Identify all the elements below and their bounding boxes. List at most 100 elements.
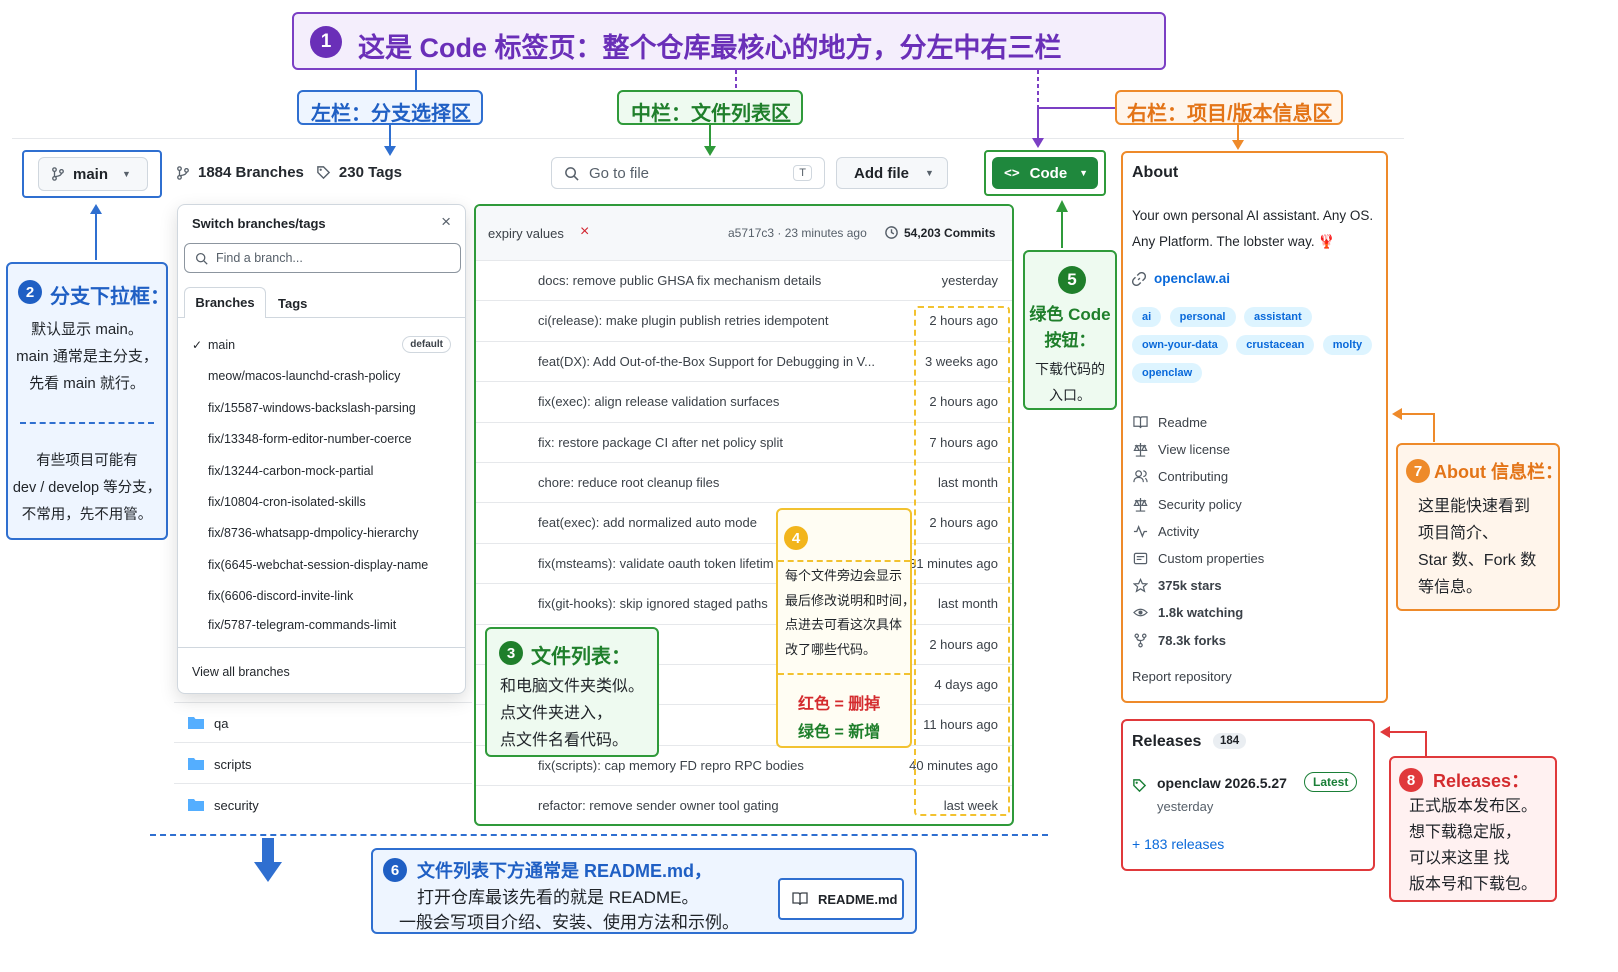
callout-4-divider [778, 560, 910, 562]
contributing-link[interactable]: Contributing [1133, 469, 1228, 484]
branch-item[interactable]: meow/macos-launchd-crash-policy [208, 369, 400, 383]
branch-item[interactable]: fix/10804-cron-isolated-skills [208, 495, 366, 509]
topic-tag[interactable]: molty [1322, 335, 1373, 355]
tags-link[interactable]: 230 Tags [339, 164, 402, 181]
more-releases-link[interactable]: + 183 releases [1132, 836, 1224, 852]
topic-tag[interactable]: personal [1169, 307, 1236, 327]
topic-tag[interactable]: own-your-data [1132, 335, 1228, 355]
scale-icon [1133, 442, 1148, 457]
folder-icon [188, 758, 204, 770]
topic-tag[interactable]: assistant [1243, 307, 1312, 327]
branch-item[interactable]: fix/13348-form-editor-number-coerce [208, 432, 412, 446]
release-name[interactable]: openclaw 2026.5.27 [1157, 775, 1287, 791]
folder-name: qa [214, 716, 229, 731]
callout-8: 8 Releases： 正式版本发布区。 想下载稳定版， 可以来这里 找 版本号… [1389, 756, 1557, 902]
about-title: About [1132, 164, 1179, 181]
file-row[interactable]: docs: remove public GHSA fix mechanism d… [476, 260, 1012, 300]
security-policy-label: Security policy [1158, 497, 1242, 512]
branch-item[interactable]: fix(6645-webchat-session-display-name [208, 558, 428, 572]
default-badge: default [402, 336, 451, 353]
readme-file-label: README.md [818, 891, 898, 907]
file-commit-message[interactable]: fix(exec): align release validation surf… [538, 394, 779, 409]
topic-tag[interactable]: openclaw [1132, 363, 1203, 383]
callout-8-line: 可以来这里 找 [1409, 850, 1510, 867]
website-url: openclaw.ai [1154, 271, 1231, 286]
callout-3: 3 文件列表： 和电脑文件夹类似。 点文件夹进入， 点文件名看代码。 [485, 627, 659, 757]
folder-row[interactable]: qa [174, 702, 472, 742]
tab-tags[interactable]: Tags [278, 296, 307, 311]
branch-item[interactable]: fix/8736-whatsapp-dmpolicy-hierarchy [208, 526, 419, 540]
tab-branches[interactable]: Branches [184, 287, 266, 318]
view-all-branches-link[interactable]: View all branches [192, 665, 290, 679]
branch-search-input[interactable]: Find a branch... [184, 243, 461, 273]
close-icon[interactable]: × [441, 212, 451, 232]
callout-2: 2 分支下拉框： 默认显示 main。 main 通常是主分支， 先看 main… [6, 262, 170, 540]
custom-properties-link[interactable]: Custom properties [1133, 551, 1264, 566]
stars-count: 375k stars [1158, 578, 1222, 593]
file-commit-message[interactable]: fix(msteams): validate oauth token lifet… [538, 556, 774, 571]
releases-title[interactable]: Releases [1132, 733, 1201, 751]
topic-tag[interactable]: crustacean [1236, 335, 1315, 355]
callout-8-title: Releases： [1433, 771, 1530, 791]
releases-panel: Releases 184 openclaw 2026.5.27 Latest y… [1121, 719, 1375, 871]
file-commit-message[interactable]: fix(git-hooks): skip ignored staged path… [538, 596, 768, 611]
file-commit-message[interactable]: feat(DX): Add Out-of-the-Box Support for… [538, 354, 875, 369]
folder-row[interactable]: scripts [174, 742, 472, 782]
folder-name: security [214, 798, 259, 813]
code-button-label: Code [1029, 164, 1068, 182]
about-description: Your own personal AI assistant. Any OS. … [1132, 203, 1380, 255]
branch-select-button[interactable]: main ▼ [38, 157, 148, 191]
branch-item[interactable]: main [208, 338, 235, 352]
view-all-divider [178, 647, 465, 648]
folder-row[interactable]: security [174, 783, 472, 823]
add-file-button[interactable]: Add file ▼ [836, 157, 948, 189]
activity-link[interactable]: Activity [1133, 524, 1199, 539]
failed-x-icon: × [580, 223, 590, 240]
go-to-file-placeholder: Go to file [589, 164, 650, 182]
file-commit-message[interactable]: fix(scripts): cap memory FD repro RPC bo… [538, 758, 804, 773]
watching-link[interactable]: 1.8k watching [1133, 605, 1243, 620]
callout-2-divider [20, 422, 154, 424]
callout-left-column-text: 左栏：分支选择区 [311, 103, 471, 125]
branch-item[interactable]: fix/13244-carbon-mock-partial [208, 464, 373, 478]
file-commit-message[interactable]: ci(release): make plugin publish retries… [538, 313, 828, 328]
latest-commit-message[interactable]: expiry values [488, 226, 564, 241]
branch-item[interactable]: fix/5787-telegram-commands-limit [208, 618, 396, 632]
git-branch-icon [52, 167, 64, 181]
file-commit-message[interactable]: fix: restore package CI after net policy… [538, 435, 783, 450]
commit-hash-time[interactable]: a5717c3 · 23 minutes ago [728, 226, 867, 240]
callout-4-line: 最后修改说明和时间， [785, 592, 916, 608]
callout-6-line: 打开仓库最该先看的就是 README。 [417, 888, 699, 907]
stars-link[interactable]: 375k stars [1133, 578, 1222, 593]
callout-2-title: 分支下拉框： [50, 286, 170, 308]
callout-4-line: 改了哪些代码。 [785, 641, 877, 657]
file-commit-message[interactable]: chore: reduce root cleanup files [538, 475, 719, 490]
go-to-file-input[interactable]: Go to file T [551, 157, 825, 189]
callout-5-line: 下载代码的 [1035, 361, 1105, 377]
readme-label: Readme [1158, 415, 1208, 430]
callout-middle-column: 中栏：文件列表区 [617, 90, 803, 125]
license-link[interactable]: View license [1133, 442, 1230, 457]
commits-count-link[interactable]: 54,203 Commits [904, 226, 995, 240]
code-button[interactable]: <> Code ▼ [992, 157, 1098, 189]
security-policy-link[interactable]: Security policy [1133, 497, 1242, 512]
chevron-down-icon: ▼ [1079, 168, 1089, 178]
callout-3-line: 和电脑文件夹类似。 [500, 678, 645, 695]
branches-link[interactable]: 1884 Branches [198, 164, 304, 181]
readme-link[interactable]: Readme [1133, 415, 1207, 430]
readme-file-button[interactable]: README.md [778, 878, 904, 920]
branch-item[interactable]: fix/15587-windows-backslash-parsing [208, 401, 416, 415]
file-commit-message[interactable]: refactor: remove sender owner tool gatin… [538, 798, 779, 813]
file-commit-message[interactable]: feat(exec): add normalized auto mode [538, 515, 757, 530]
latest-badge: Latest [1304, 772, 1358, 792]
file-commit-message[interactable]: docs: remove public GHSA fix mechanism d… [538, 273, 821, 288]
contributing-label: Contributing [1158, 469, 1229, 484]
topic-tag[interactable]: ai [1132, 307, 1162, 327]
branch-item[interactable]: fix(6606-discord-invite-link [208, 589, 353, 603]
callout-5-title: 绿色 Code [1029, 305, 1111, 324]
website-link[interactable]: openclaw.ai [1132, 271, 1230, 286]
report-repository-link[interactable]: Report repository [1132, 669, 1232, 684]
forks-link[interactable]: 78.3k forks [1133, 633, 1226, 648]
tag-icon [1133, 779, 1147, 793]
watching-count: 1.8k watching [1158, 605, 1244, 620]
